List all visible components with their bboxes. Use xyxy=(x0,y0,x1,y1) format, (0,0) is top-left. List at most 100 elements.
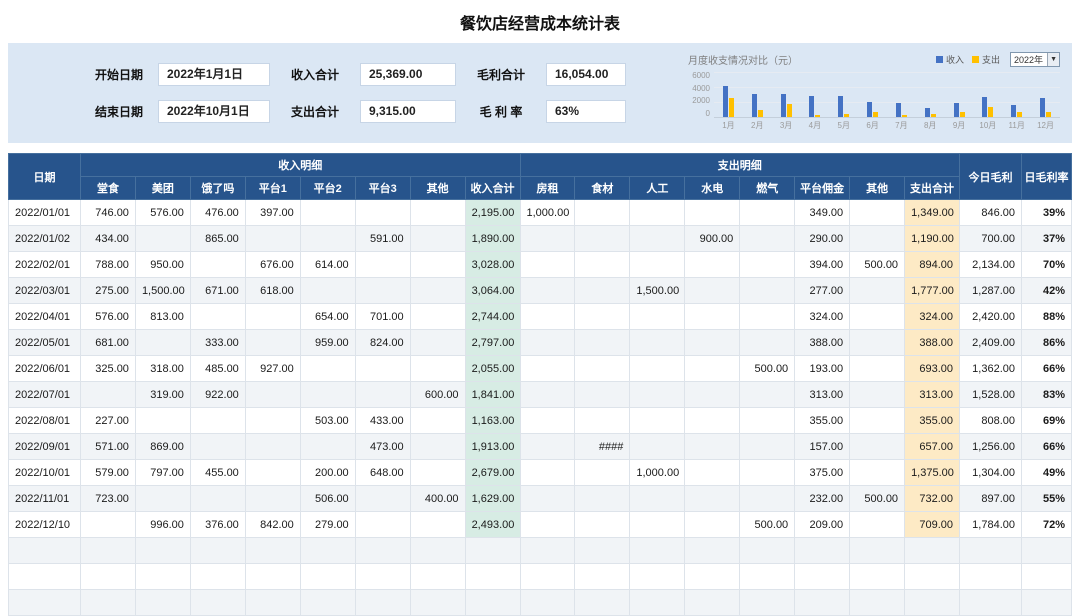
income-cell[interactable]: 591.00 xyxy=(354,225,411,252)
income-cell[interactable] xyxy=(354,251,411,278)
expense-cell[interactable] xyxy=(849,433,906,460)
income-cell[interactable] xyxy=(244,329,301,356)
income-cell[interactable]: 927.00 xyxy=(244,355,301,382)
expense-cell[interactable] xyxy=(629,355,686,382)
empty-cell[interactable] xyxy=(244,589,301,616)
expense-total-cell[interactable]: 1,375.00 xyxy=(904,459,960,486)
income-cell[interactable]: 869.00 xyxy=(134,433,191,460)
empty-cell[interactable] xyxy=(464,563,521,590)
expense-cell[interactable] xyxy=(739,433,796,460)
empty-cell[interactable] xyxy=(959,589,1022,616)
income-cell[interactable]: 571.00 xyxy=(80,433,136,460)
income-cell[interactable] xyxy=(299,355,356,382)
income-cell[interactable]: 476.00 xyxy=(189,199,246,226)
empty-cell[interactable] xyxy=(244,537,301,564)
expense-cell[interactable] xyxy=(574,199,631,226)
expense-cell[interactable] xyxy=(519,433,576,460)
profit-cell[interactable]: 897.00 xyxy=(959,485,1022,512)
expense-cell[interactable] xyxy=(574,303,631,330)
income-cell[interactable] xyxy=(134,329,191,356)
empty-cell[interactable] xyxy=(1021,537,1072,564)
empty-cell[interactable] xyxy=(739,589,796,616)
expense-cell[interactable] xyxy=(574,355,631,382)
profit-cell[interactable]: 1,287.00 xyxy=(959,277,1022,304)
expense-cell[interactable] xyxy=(849,199,906,226)
expense-cell[interactable] xyxy=(574,407,631,434)
expense-cell[interactable] xyxy=(574,485,631,512)
expense-cell[interactable] xyxy=(684,381,741,408)
income-total-cell[interactable]: 1,629.00 xyxy=(464,485,521,512)
expense-cell[interactable]: 324.00 xyxy=(794,303,851,330)
empty-cell[interactable] xyxy=(629,537,686,564)
empty-cell[interactable] xyxy=(299,563,356,590)
expense-cell[interactable]: 500.00 xyxy=(849,251,906,278)
income-cell[interactable] xyxy=(189,485,246,512)
expense-cell[interactable] xyxy=(519,329,576,356)
income-cell[interactable] xyxy=(409,433,466,460)
empty-cell[interactable] xyxy=(134,589,191,616)
margin-cell[interactable]: 37% xyxy=(1021,225,1072,252)
expense-cell[interactable] xyxy=(629,199,686,226)
income-cell[interactable] xyxy=(409,407,466,434)
expense-cell[interactable]: 157.00 xyxy=(794,433,851,460)
expense-cell[interactable]: 500.00 xyxy=(849,485,906,512)
income-total-cell[interactable]: 3,028.00 xyxy=(464,251,521,278)
profit-cell[interactable]: 1,256.00 xyxy=(959,433,1022,460)
income-cell[interactable] xyxy=(354,277,411,304)
profit-total-value[interactable]: 16,054.00 xyxy=(546,63,626,86)
expense-cell[interactable] xyxy=(684,355,741,382)
income-cell[interactable]: 959.00 xyxy=(299,329,356,356)
expense-cell[interactable] xyxy=(519,277,576,304)
date-cell[interactable]: 2022/09/01 xyxy=(8,433,81,460)
empty-cell[interactable] xyxy=(684,563,741,590)
empty-cell[interactable] xyxy=(1021,589,1072,616)
expense-cell[interactable]: 500.00 xyxy=(739,355,796,382)
empty-cell[interactable] xyxy=(409,589,466,616)
expense-cell[interactable] xyxy=(849,355,906,382)
empty-cell[interactable] xyxy=(464,537,521,564)
expense-cell[interactable] xyxy=(739,459,796,486)
expense-cell[interactable] xyxy=(684,459,741,486)
income-cell[interactable]: 996.00 xyxy=(134,511,191,538)
expense-cell[interactable] xyxy=(629,433,686,460)
income-cell[interactable]: 676.00 xyxy=(244,251,301,278)
empty-cell[interactable] xyxy=(134,537,191,564)
income-cell[interactable]: 455.00 xyxy=(189,459,246,486)
empty-cell[interactable] xyxy=(959,563,1022,590)
empty-cell[interactable] xyxy=(739,537,796,564)
expense-cell[interactable]: 232.00 xyxy=(794,485,851,512)
expense-total-cell[interactable]: 894.00 xyxy=(904,251,960,278)
income-cell[interactable] xyxy=(354,199,411,226)
expense-cell[interactable] xyxy=(574,277,631,304)
expense-cell[interactable] xyxy=(519,511,576,538)
income-cell[interactable] xyxy=(354,355,411,382)
expense-cell[interactable]: 375.00 xyxy=(794,459,851,486)
empty-cell[interactable] xyxy=(739,563,796,590)
expense-cell[interactable] xyxy=(684,433,741,460)
margin-cell[interactable]: 69% xyxy=(1021,407,1072,434)
expense-total-cell[interactable]: 1,777.00 xyxy=(904,277,960,304)
income-cell[interactable] xyxy=(409,251,466,278)
end-date-value[interactable]: 2022年10月1日 xyxy=(158,100,270,123)
expense-total-value[interactable]: 9,315.00 xyxy=(360,100,456,123)
income-cell[interactable]: 485.00 xyxy=(189,355,246,382)
margin-cell[interactable]: 70% xyxy=(1021,251,1072,278)
empty-cell[interactable] xyxy=(629,563,686,590)
expense-total-cell[interactable]: 313.00 xyxy=(904,381,960,408)
empty-cell[interactable] xyxy=(299,589,356,616)
expense-cell[interactable] xyxy=(684,329,741,356)
empty-cell[interactable] xyxy=(299,537,356,564)
empty-cell[interactable] xyxy=(409,563,466,590)
expense-cell[interactable] xyxy=(519,355,576,382)
date-cell[interactable]: 2022/01/02 xyxy=(8,225,81,252)
empty-cell[interactable] xyxy=(519,563,576,590)
expense-cell[interactable]: 1,500.00 xyxy=(629,277,686,304)
income-total-cell[interactable]: 1,913.00 xyxy=(464,433,521,460)
empty-cell[interactable] xyxy=(904,537,960,564)
income-cell[interactable]: 576.00 xyxy=(80,303,136,330)
profit-cell[interactable]: 2,420.00 xyxy=(959,303,1022,330)
empty-cell[interactable] xyxy=(1021,563,1072,590)
empty-cell[interactable] xyxy=(8,589,81,616)
income-total-cell[interactable]: 2,195.00 xyxy=(464,199,521,226)
expense-cell[interactable]: 209.00 xyxy=(794,511,851,538)
